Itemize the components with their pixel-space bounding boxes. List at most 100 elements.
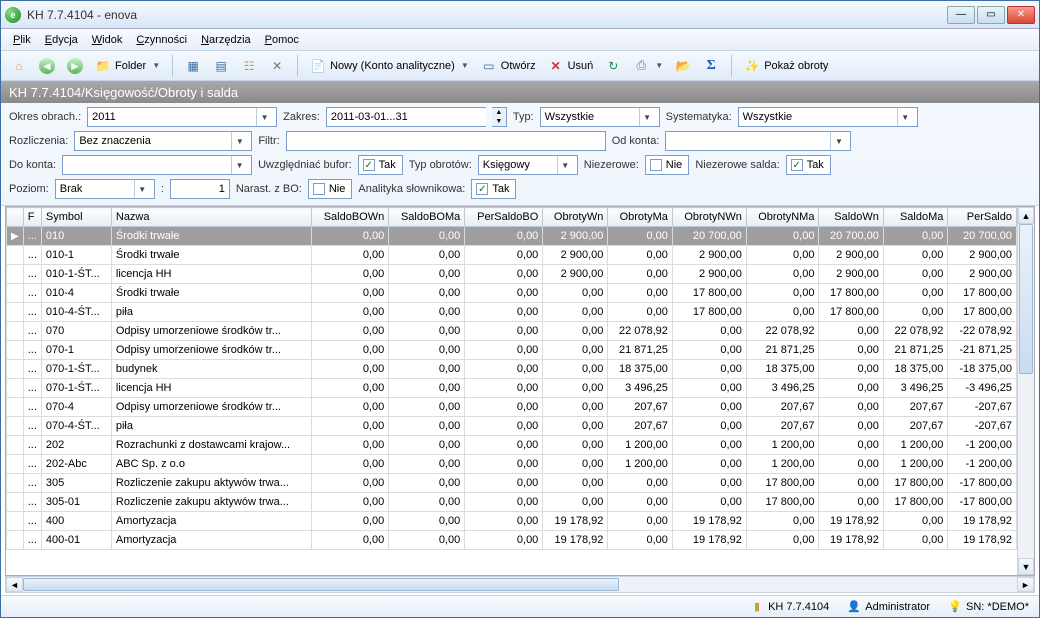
- cell-f[interactable]: ...: [23, 398, 41, 417]
- row-handle[interactable]: [7, 246, 24, 265]
- cell-f[interactable]: ...: [23, 322, 41, 341]
- cell-f[interactable]: ...: [23, 341, 41, 360]
- menu-narzedzia[interactable]: Narzędzia: [195, 32, 257, 48]
- scroll-thumb[interactable]: [23, 578, 619, 591]
- cell-f[interactable]: ...: [23, 360, 41, 379]
- toolbar-forward-button[interactable]: ►: [63, 55, 87, 77]
- col-obrotyma[interactable]: ObrotyMa: [608, 208, 672, 227]
- toolbar-card-button[interactable]: ▤: [209, 55, 233, 77]
- toolbar-pokazobroty-button[interactable]: ✨Pokaż obroty: [740, 55, 832, 77]
- toolbar-refresh-button[interactable]: ↻: [601, 55, 625, 77]
- col-obrotynwn[interactable]: ObrotyNWn: [672, 208, 746, 227]
- toolbar-print-button[interactable]: ⎙▼: [629, 55, 667, 77]
- cell-f[interactable]: ...: [23, 474, 41, 493]
- spin-down-icon[interactable]: ▼: [492, 117, 506, 126]
- toolbar-folder-button[interactable]: 📁Folder▼: [91, 55, 164, 77]
- col-rowhandle[interactable]: [7, 208, 24, 227]
- maximize-button[interactable]: ▭: [977, 6, 1005, 24]
- niezerowesalda-checkbox[interactable]: ✓Tak: [786, 155, 831, 175]
- cell-f[interactable]: ...: [23, 265, 41, 284]
- typobrotow-combo[interactable]: Księgowy▼: [478, 155, 578, 175]
- narast-checkbox[interactable]: Nie: [308, 179, 353, 199]
- zakres-spinner[interactable]: ▲▼: [492, 107, 507, 127]
- rozliczenia-combo[interactable]: Bez znaczenia▼: [74, 131, 252, 151]
- row-handle[interactable]: [7, 417, 24, 436]
- scroll-down-icon[interactable]: ▼: [1018, 558, 1034, 575]
- row-handle[interactable]: [7, 455, 24, 474]
- cell-f[interactable]: ...: [23, 246, 41, 265]
- row-handle[interactable]: [7, 436, 24, 455]
- table-row[interactable]: ...202Rozrachunki z dostawcami krajow...…: [7, 436, 1017, 455]
- table-row[interactable]: ...010-4Środki trwałe0,000,000,000,000,0…: [7, 284, 1017, 303]
- row-handle[interactable]: [7, 531, 24, 550]
- cell-f[interactable]: ...: [23, 379, 41, 398]
- scroll-thumb[interactable]: [1019, 224, 1033, 374]
- col-obrotywn[interactable]: ObrotyWn: [543, 208, 608, 227]
- niezerowe-checkbox[interactable]: Nie: [645, 155, 690, 175]
- col-persaldobo[interactable]: PerSaldoBO: [465, 208, 543, 227]
- table-row[interactable]: ...070-1Odpisy umorzeniowe środków tr...…: [7, 341, 1017, 360]
- cell-f[interactable]: ...: [23, 417, 41, 436]
- row-handle[interactable]: [7, 474, 24, 493]
- menu-pomoc[interactable]: Pomoc: [259, 32, 305, 48]
- table-row[interactable]: ...400-01Amortyzacja0,000,000,0019 178,9…: [7, 531, 1017, 550]
- table-row[interactable]: ...010-1-ŚT...licencja HH0,000,000,002 9…: [7, 265, 1017, 284]
- table-row[interactable]: ...010-1Środki trwałe0,000,000,002 900,0…: [7, 246, 1017, 265]
- menu-plik[interactable]: Plik: [7, 32, 37, 48]
- table-row[interactable]: ...070-4-ŚT...piła0,000,000,000,00207,67…: [7, 417, 1017, 436]
- col-symbol[interactable]: Symbol: [41, 208, 111, 227]
- toolbar-list-button[interactable]: ▦: [181, 55, 205, 77]
- toolbar-delete-button[interactable]: ✕Usuń: [544, 55, 598, 77]
- cell-f[interactable]: ...: [23, 436, 41, 455]
- filtr-input[interactable]: [286, 131, 606, 151]
- analityka-checkbox[interactable]: ✓Tak: [471, 179, 516, 199]
- col-saldoma[interactable]: SaldoMa: [883, 208, 947, 227]
- minimize-button[interactable]: —: [947, 6, 975, 24]
- table-row[interactable]: ▶...010Środki trwałe0,000,000,002 900,00…: [7, 227, 1017, 246]
- scroll-track[interactable]: [23, 577, 1017, 592]
- row-handle[interactable]: ▶: [7, 227, 24, 246]
- toolbar-openfolder-button[interactable]: 📂: [671, 55, 695, 77]
- cell-f[interactable]: ...: [23, 303, 41, 322]
- okres-combo[interactable]: 2011▼: [87, 107, 277, 127]
- odkonta-combo[interactable]: ▼: [665, 131, 851, 151]
- poziom-num-input[interactable]: [170, 179, 230, 199]
- table-row[interactable]: ...070-4Odpisy umorzeniowe środków tr...…: [7, 398, 1017, 417]
- row-handle[interactable]: [7, 493, 24, 512]
- row-handle[interactable]: [7, 265, 24, 284]
- toolbar-tree-button[interactable]: ☷: [237, 55, 261, 77]
- row-handle[interactable]: [7, 341, 24, 360]
- menu-czynnosci[interactable]: Czynności: [130, 32, 193, 48]
- scroll-right-icon[interactable]: ►: [1017, 577, 1034, 592]
- col-saldoboma[interactable]: SaldoBOMa: [389, 208, 465, 227]
- row-handle[interactable]: [7, 360, 24, 379]
- table-row[interactable]: ...400Amortyzacja0,000,000,0019 178,920,…: [7, 512, 1017, 531]
- systematyka-combo[interactable]: Wszystkie▼: [738, 107, 918, 127]
- table-row[interactable]: ...070-1-ŚT...budynek0,000,000,000,0018 …: [7, 360, 1017, 379]
- toolbar-sigma-button[interactable]: Σ: [699, 55, 723, 77]
- zakres-input[interactable]: 2011-03-01...31: [326, 107, 486, 127]
- table-row[interactable]: ...070Odpisy umorzeniowe środków tr...0,…: [7, 322, 1017, 341]
- col-nazwa[interactable]: Nazwa: [111, 208, 311, 227]
- menu-widok[interactable]: Widok: [86, 32, 129, 48]
- col-saldobown[interactable]: SaldoBOWn: [311, 208, 388, 227]
- scroll-track[interactable]: [1018, 224, 1034, 558]
- row-handle[interactable]: [7, 379, 24, 398]
- bufor-checkbox[interactable]: ✓Tak: [358, 155, 403, 175]
- table-row[interactable]: ...010-4-ŚT...piła0,000,000,000,000,0017…: [7, 303, 1017, 322]
- toolbar-tools-button[interactable]: ✕: [265, 55, 289, 77]
- close-button[interactable]: ✕: [1007, 6, 1035, 24]
- table-row[interactable]: ...305-01Rozliczenie zakupu aktywów trwa…: [7, 493, 1017, 512]
- toolbar-home-button[interactable]: ⌂: [7, 55, 31, 77]
- table-row[interactable]: ...305Rozliczenie zakupu aktywów trwa...…: [7, 474, 1017, 493]
- typ-combo[interactable]: Wszystkie▼: [540, 107, 660, 127]
- col-persaldo[interactable]: PerSaldo: [948, 208, 1017, 227]
- cell-f[interactable]: ...: [23, 531, 41, 550]
- cell-f[interactable]: ...: [23, 512, 41, 531]
- row-handle[interactable]: [7, 512, 24, 531]
- toolbar-new-button[interactable]: 📄Nowy (Konto analityczne)▼: [306, 55, 473, 77]
- cell-f[interactable]: ...: [23, 455, 41, 474]
- scroll-up-icon[interactable]: ▲: [1018, 207, 1034, 224]
- toolbar-open-button[interactable]: ▭Otwórz: [477, 55, 540, 77]
- menu-edycja[interactable]: Edycja: [39, 32, 84, 48]
